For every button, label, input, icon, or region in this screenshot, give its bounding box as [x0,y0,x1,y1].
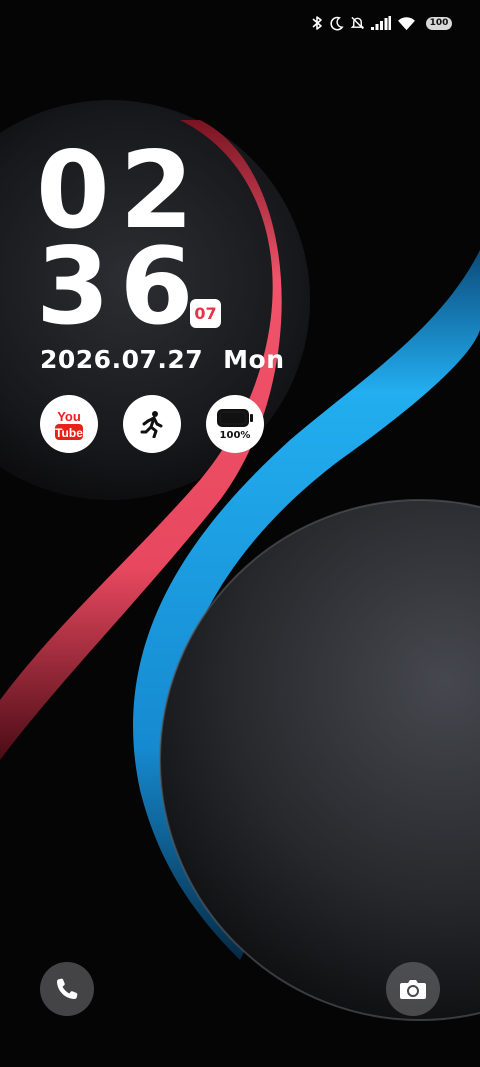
clock-minute: 36 [36,225,204,348]
battery-icon [217,408,253,427]
wifi-icon [398,16,415,30]
moon-icon [330,16,344,30]
date-value: 2026.07.27 [40,345,204,374]
phone-icon [57,978,78,999]
seconds-badge: 07 [190,299,221,328]
activity-widget[interactable] [123,395,181,453]
camera-icon [400,980,426,999]
camera-shortcut-button[interactable] [386,962,440,1016]
phone-shortcut-button[interactable] [40,962,94,1016]
youtube-widget[interactable]: You Tube [40,395,98,453]
status-battery: 100 [426,16,452,30]
youtube-icon: You Tube [55,409,83,440]
youtube-bottom-text: Tube [55,426,83,440]
youtube-top-text: You [57,409,81,424]
bell-off-icon [350,16,365,30]
signal-icon [371,16,391,30]
seconds-label: 07 [194,304,217,323]
running-person-icon [140,411,163,438]
weekday: Mon [223,345,285,374]
battery-widget[interactable]: 100% [206,395,264,453]
bluetooth-icon [312,16,322,30]
status-bar: 100 [311,12,452,34]
battery-percent: 100% [219,429,251,441]
date-row: 2026.07.27 Mon [40,345,285,374]
status-battery-label: 100 [429,18,449,28]
